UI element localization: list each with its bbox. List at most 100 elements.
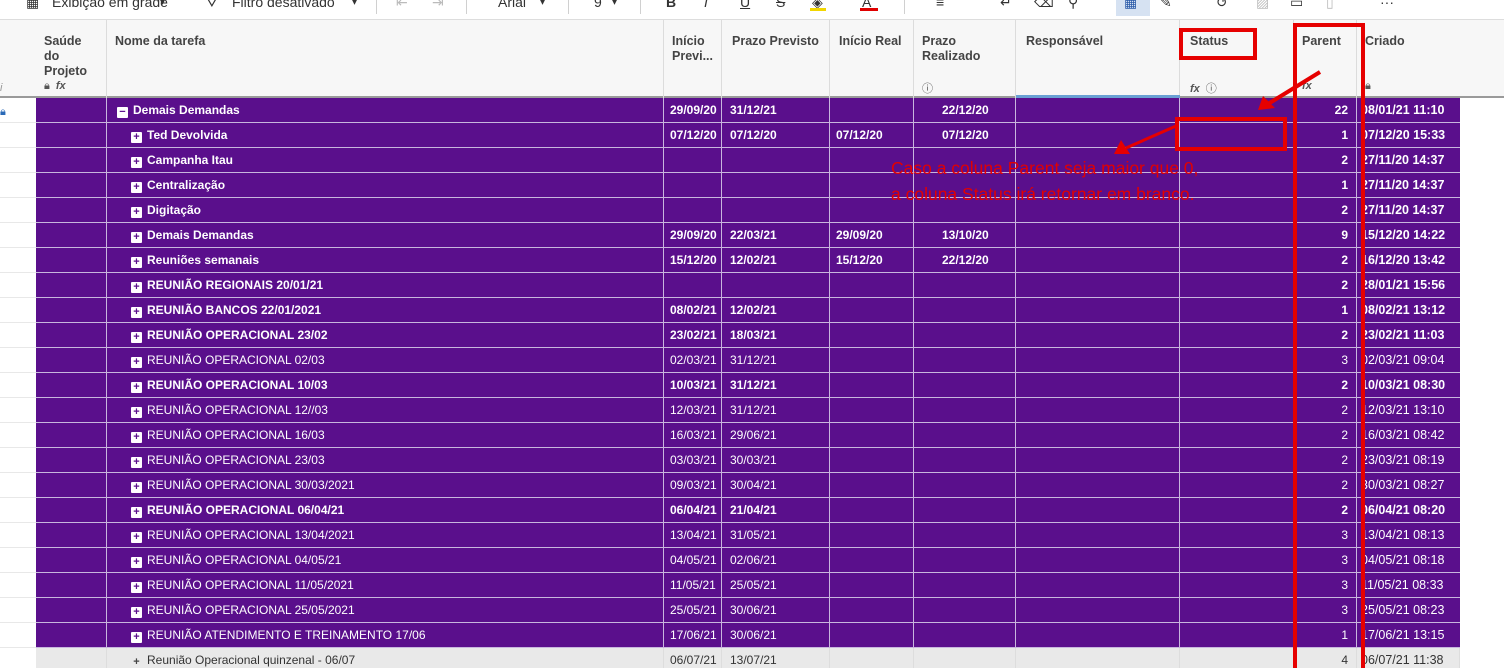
grid-format-icon[interactable]: ▦	[1124, 0, 1137, 11]
cell-inicio-previsto[interactable]: 23/02/21	[664, 323, 722, 347]
cell-inicio-previsto[interactable]: 15/12/20	[664, 248, 722, 272]
cell-task-name[interactable]: + Centralização	[107, 173, 664, 197]
expand-icon[interactable]: +	[131, 557, 142, 568]
cell-criado[interactable]: 27/11/20 14:37	[1357, 198, 1460, 222]
cell-prazo-realizado[interactable]	[914, 273, 1016, 297]
cell-inicio-real[interactable]	[830, 498, 914, 522]
expand-icon[interactable]: +	[131, 532, 142, 543]
doc-icon[interactable]: ▯	[1326, 0, 1334, 11]
cell-inicio-real[interactable]	[830, 273, 914, 297]
cell-task-name[interactable]: + REUNIÃO OPERACIONAL 06/04/21	[107, 498, 664, 522]
cell-inicio-previsto[interactable]	[664, 273, 722, 297]
highlight-changes-icon[interactable]: ✎	[1160, 0, 1172, 11]
cell-inicio-previsto[interactable]: 06/07/21	[664, 648, 722, 668]
cell-criado[interactable]: 07/12/20 15:33	[1357, 123, 1460, 147]
cell-responsavel[interactable]	[1016, 598, 1180, 622]
cell-responsavel[interactable]	[1016, 498, 1180, 522]
cell-inicio-previsto[interactable]: 06/04/21	[664, 498, 722, 522]
bold-button[interactable]: B	[666, 0, 676, 10]
table-row[interactable]: + REUNIÃO OPERACIONAL 23/03 03/03/21 30/03/…	[36, 448, 1460, 473]
cell-task-name[interactable]: + Digitação	[107, 198, 664, 222]
indent-icon[interactable]: ⇥	[432, 0, 444, 11]
cell-saude[interactable]	[36, 323, 107, 347]
cell-saude[interactable]	[36, 98, 107, 122]
cell-inicio-real[interactable]: 15/12/20	[830, 248, 914, 272]
cell-inicio-real[interactable]	[830, 373, 914, 397]
collapse-icon[interactable]: −	[117, 107, 128, 118]
cell-saude[interactable]	[36, 573, 107, 597]
expand-icon[interactable]: +	[131, 332, 142, 343]
chevron-down-icon[interactable]: ▾	[540, 0, 545, 8]
expand-icon[interactable]: +	[131, 382, 142, 393]
cell-status[interactable]	[1180, 348, 1294, 372]
cell-responsavel[interactable]	[1016, 298, 1180, 322]
cell-inicio-previsto[interactable]: 03/03/21	[664, 448, 722, 472]
cell-criado[interactable]: 28/01/21 15:56	[1357, 273, 1460, 297]
strikethrough-button[interactable]: S	[776, 0, 785, 10]
cell-saude[interactable]	[36, 398, 107, 422]
cell-prazo-realizado[interactable]	[914, 548, 1016, 572]
cell-criado[interactable]: 02/03/21 09:04	[1357, 348, 1460, 372]
cell-status[interactable]	[1180, 598, 1294, 622]
cell-inicio-previsto[interactable]: 02/03/21	[664, 348, 722, 372]
cell-inicio-previsto[interactable]	[664, 198, 722, 222]
format-painter-icon[interactable]: ⚲	[1068, 0, 1078, 11]
expand-icon[interactable]: +	[131, 207, 142, 218]
cell-prazo-realizado[interactable]	[914, 323, 1016, 347]
table-row[interactable]: + REUNIÃO REGIONAIS 20/01/21 2 28/01/21 15:…	[36, 273, 1460, 298]
italic-button[interactable]: I	[704, 0, 708, 10]
cell-prazo-previsto[interactable]: 31/05/21	[722, 523, 830, 547]
cell-saude[interactable]	[36, 348, 107, 372]
cell-status[interactable]	[1180, 323, 1294, 347]
cell-inicio-real[interactable]	[830, 523, 914, 547]
cell-responsavel[interactable]	[1016, 123, 1180, 147]
cell-inicio-real[interactable]: 07/12/20	[830, 123, 914, 147]
expand-icon[interactable]: +	[131, 432, 142, 443]
cell-prazo-previsto[interactable]: 30/04/21	[722, 473, 830, 497]
cell-saude[interactable]	[36, 423, 107, 447]
clear-format-icon[interactable]: ⌫	[1034, 0, 1054, 11]
cell-prazo-previsto[interactable]: 29/06/21	[722, 423, 830, 447]
cell-prazo-previsto[interactable]: 18/03/21	[722, 323, 830, 347]
cell-saude[interactable]	[36, 173, 107, 197]
cell-criado[interactable]: 16/12/20 13:42	[1357, 248, 1460, 272]
cell-criado[interactable]: 10/03/21 08:30	[1357, 373, 1460, 397]
cell-saude[interactable]	[36, 473, 107, 497]
cell-inicio-previsto[interactable]: 25/05/21	[664, 598, 722, 622]
cell-prazo-realizado[interactable]	[914, 423, 1016, 447]
cell-inicio-real[interactable]	[830, 473, 914, 497]
chevron-down-icon[interactable]: ▾	[160, 0, 165, 8]
cell-status[interactable]	[1180, 523, 1294, 547]
chevron-down-icon[interactable]: ▾	[352, 0, 357, 8]
cell-inicio-real[interactable]	[830, 298, 914, 322]
chevron-down-icon[interactable]: ▾	[612, 0, 617, 8]
cell-prazo-previsto[interactable]	[722, 273, 830, 297]
align-icon[interactable]: ≡	[936, 0, 944, 10]
cell-criado[interactable]: 27/11/20 14:37	[1357, 148, 1460, 172]
cell-criado[interactable]: 27/11/20 14:37	[1357, 173, 1460, 197]
cell-prazo-realizado[interactable]: 13/10/20	[914, 223, 1016, 247]
cell-prazo-previsto[interactable]	[722, 198, 830, 222]
cell-saude[interactable]	[36, 273, 107, 297]
col-header-prazo-realizado[interactable]: Prazo Realizado ⓘ	[914, 20, 1016, 98]
table-row[interactable]: + REUNIÃO OPERACIONAL 30/03/2021 09/03/21 3…	[36, 473, 1460, 498]
cell-criado[interactable]: 13/04/21 08:13	[1357, 523, 1460, 547]
col-header-saude[interactable]: Saúde do Projeto 🔒︎ fx	[36, 20, 107, 98]
cell-criado[interactable]: 17/06/21 13:15	[1357, 623, 1460, 647]
cell-prazo-realizado[interactable]	[914, 298, 1016, 322]
cell-task-name[interactable]: + REUNIÃO ATENDIMENTO E TREINAMENTO 17/06	[107, 623, 664, 647]
col-header-criado[interactable]: Criado 🔒︎	[1357, 20, 1504, 98]
cell-task-name[interactable]: + REUNIÃO REGIONAIS 20/01/21	[107, 273, 664, 297]
cell-saude[interactable]	[36, 523, 107, 547]
cell-inicio-real[interactable]	[830, 423, 914, 447]
cell-inicio-real[interactable]	[830, 648, 914, 668]
cell-task-name[interactable]: + REUNIÃO OPERACIONAL 23/03	[107, 448, 664, 472]
cell-status[interactable]	[1180, 573, 1294, 597]
cell-prazo-realizado[interactable]: 22/12/20	[914, 248, 1016, 272]
cell-inicio-real[interactable]	[830, 573, 914, 597]
cell-task-name[interactable]: + REUNIÃO OPERACIONAL 30/03/2021	[107, 473, 664, 497]
table-row[interactable]: + Campanha Itau 2 27/11/20 14:37	[36, 148, 1460, 173]
cell-prazo-previsto[interactable]: 12/02/21	[722, 298, 830, 322]
cell-task-name[interactable]: + REUNIÃO OPERACIONAL 02/03	[107, 348, 664, 372]
cell-task-name[interactable]: + Reuniões semanais	[107, 248, 664, 272]
